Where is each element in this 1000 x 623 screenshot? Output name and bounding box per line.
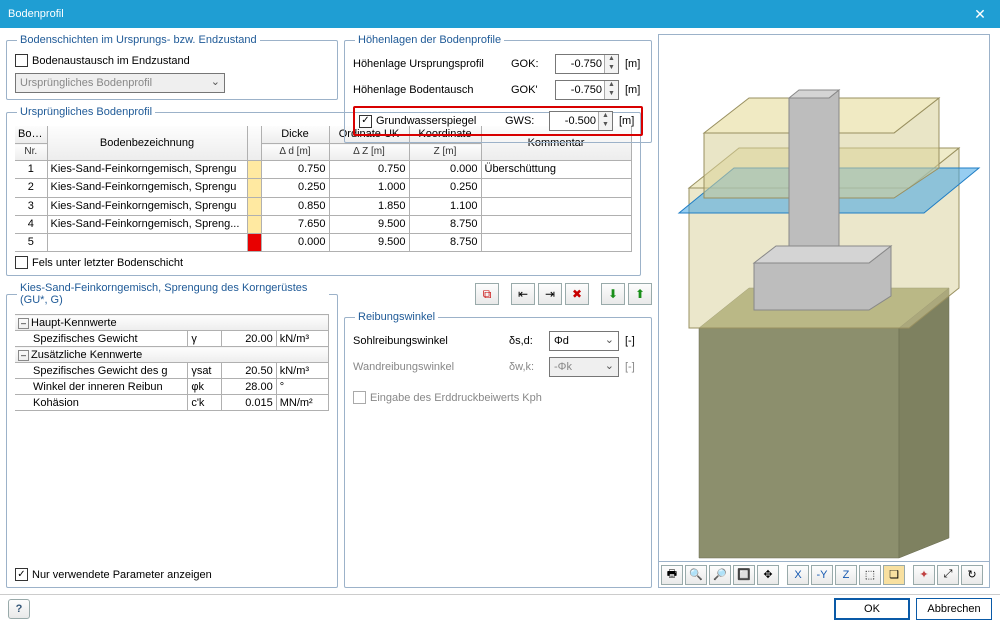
height-row: Höhenlage Ursprungsprofil GOK: ▲▼ [m] <box>353 54 643 74</box>
profile-legend: Ursprüngliches Bodenprofil <box>17 106 155 118</box>
preview-svg <box>659 35 989 561</box>
rotate-icon[interactable]: ↻ <box>961 565 983 585</box>
gok2-spinner[interactable]: ▲▼ <box>555 80 619 100</box>
checkbox-box <box>15 54 28 67</box>
soil-exchange-label: Bodenaustausch im Endzustand <box>32 55 190 67</box>
window-title: Bodenprofil <box>8 8 64 20</box>
help-button[interactable]: ? <box>8 599 30 619</box>
col-dicke: Dicke <box>261 126 329 144</box>
profile-select-value: Ursprüngliches Bodenprofil <box>20 77 152 89</box>
print-icon[interactable]: 🖶 <box>661 565 683 585</box>
kph-label: Eingabe des Erddruckbeiwerts Kph <box>370 392 542 404</box>
delta-wk-combo: -Φk <box>549 357 619 377</box>
insert-after-icon[interactable]: ⇥ <box>538 283 562 305</box>
param-row[interactable]: Spezifisches Gewicht des gγsat20.50kN/m³ <box>15 363 329 379</box>
gws-highlight: ✓ Grundwasserspiegel GWS: ▲▼ [m] <box>353 106 643 136</box>
dialog-body: Bodenschichten im Ursprungs- bzw. Endzus… <box>0 28 1000 594</box>
zoom-in-icon[interactable]: 🔎 <box>709 565 731 585</box>
checkbox-box <box>15 256 28 269</box>
insert-before-icon[interactable]: ⇤ <box>511 283 535 305</box>
axis-z-icon[interactable]: Z <box>835 565 857 585</box>
friction-groupbox: Reibungswinkel Sohlreibungswinkel δs,d: … <box>344 311 652 588</box>
layers-groupbox: Bodenschichten im Ursprungs- bzw. Endzus… <box>6 34 338 100</box>
param-row[interactable]: Winkel der inneren Reibunφk28.00° <box>15 379 329 395</box>
param-row[interactable]: Spezifisches Gewichtγ20.00kN/m³ <box>15 331 329 347</box>
param-row[interactable]: Kohäsionc'k0.015MN/m² <box>15 395 329 411</box>
only-used-params-label: Nur verwendete Parameter anzeigen <box>32 569 212 581</box>
friction-row: Sohlreibungswinkel δs,d: Φd [-] <box>353 331 643 351</box>
checkbox-box: ✓ <box>359 115 372 128</box>
friction-legend: Reibungswinkel <box>355 311 438 323</box>
preview-toolbar: 🖶 🔍 🔎 🔲 ✥ X -Y Z ⬚ ❏ ✦ ⤢ ↻ <box>658 562 990 588</box>
layers-icon[interactable]: ⧉ <box>475 283 499 305</box>
height-row: Höhenlage Bodentausch GOK' ▲▼ [m] <box>353 80 643 100</box>
origin-icon[interactable]: ✦ <box>913 565 935 585</box>
soil-exchange-checkbox[interactable]: Bodenaustausch im Endzustand <box>15 54 190 67</box>
gok-spinner[interactable]: ▲▼ <box>555 54 619 74</box>
axis-x-icon[interactable]: X <box>787 565 809 585</box>
axis-y-icon[interactable]: -Y <box>811 565 833 585</box>
spin-down-icon: ▼ <box>605 64 618 73</box>
zoom-fit-icon[interactable]: 🔍 <box>685 565 707 585</box>
ok-button[interactable]: OK <box>834 598 910 620</box>
cancel-button[interactable]: Abbrechen <box>916 598 992 620</box>
gws-spinner[interactable]: ▲▼ <box>549 111 613 131</box>
dialog-footer: ? OK Abbrechen <box>0 594 1000 622</box>
parameters-legend: Kies-Sand-Feinkorngemisch, Sprengung des… <box>17 282 329 306</box>
expand-icon[interactable]: ⤢ <box>937 565 959 585</box>
only-used-params-checkbox[interactable]: ✓ Nur verwendete Parameter anzeigen <box>15 568 329 581</box>
delete-row-icon[interactable]: ✖ <box>565 283 589 305</box>
heights-legend: Höhenlagen der Bodenprofile <box>355 34 504 46</box>
delta-sd-combo[interactable]: Φd <box>549 331 619 351</box>
move-down-icon[interactable]: ⬆ <box>628 283 652 305</box>
preview-3d[interactable] <box>658 34 990 562</box>
collapse-icon[interactable]: – <box>18 350 29 361</box>
col-color <box>247 126 261 161</box>
zoom-window-icon[interactable]: 🔲 <box>733 565 755 585</box>
collapse-icon[interactable]: – <box>18 318 29 329</box>
pan-icon[interactable]: ✥ <box>757 565 779 585</box>
layers-legend: Bodenschichten im Ursprungs- bzw. Endzus… <box>17 34 260 46</box>
gws-checkbox[interactable]: ✓ Grundwasserspiegel <box>359 115 499 128</box>
parameters-groupbox: Kies-Sand-Feinkorngemisch, Sprengung des… <box>6 282 338 588</box>
move-up-icon[interactable]: ⬇ <box>601 283 625 305</box>
checkbox-box: ✓ <box>15 568 28 581</box>
view-icon[interactable]: ❏ <box>883 565 905 585</box>
parameters-grid[interactable]: –Haupt-Kennwerte Spezifisches Gewichtγ20… <box>15 314 329 562</box>
heights-groupbox: Höhenlagen der Bodenprofile Höhenlage Ur… <box>344 34 652 143</box>
profile-select-combo[interactable]: Ursprüngliches Bodenprofil <box>15 73 225 93</box>
col-nr: Boden <box>15 126 47 144</box>
kph-checkbox: Eingabe des Erddruckbeiwerts Kph <box>353 391 542 404</box>
col-name: Bodenbezeichnung <box>47 126 247 161</box>
title-bar: Bodenprofil ✕ <box>0 0 1000 28</box>
close-button[interactable]: ✕ <box>960 0 1000 28</box>
friction-row: Wandreibungswinkel δw,k: -Φk [-] <box>353 357 643 377</box>
gws-label: Grundwasserspiegel <box>376 115 476 127</box>
rock-below-label: Fels unter letzter Bodenschicht <box>32 257 183 269</box>
spin-up-icon: ▲ <box>605 55 618 64</box>
iso-icon[interactable]: ⬚ <box>859 565 881 585</box>
